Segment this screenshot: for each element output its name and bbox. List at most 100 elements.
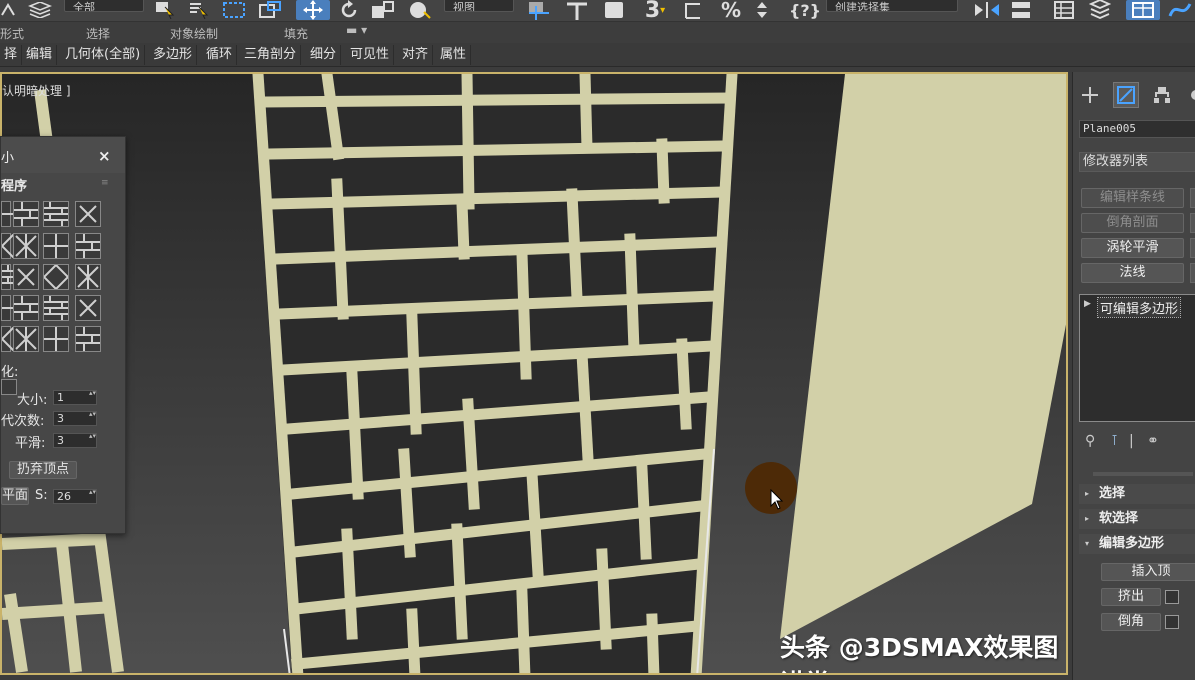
reference-coord-dropdown[interactable]: 视图 — [444, 0, 514, 12]
snaps-toggle-icon[interactable]: 3 ▾ — [640, 0, 670, 23]
scale-icon[interactable] — [368, 0, 398, 20]
tab-align[interactable]: 对齐 — [398, 45, 434, 65]
pattern-preset-icon[interactable] — [75, 264, 101, 290]
select-object-icon[interactable] — [152, 0, 178, 20]
discard-vertices-button[interactable]: 扔弃顶点 — [9, 461, 77, 479]
selection-filter-dropdown[interactable]: 全部 — [64, 0, 144, 12]
extrude-button[interactable]: 挤出 — [1101, 588, 1161, 606]
bevel-button[interactable]: 倒角 — [1101, 613, 1161, 631]
insert-vertex-button[interactable]: 插入顶 — [1101, 563, 1195, 581]
button-stub[interactable] — [1190, 213, 1195, 233]
pattern-preset-icon[interactable] — [43, 201, 69, 227]
pattern-preset-icon[interactable] — [13, 295, 39, 321]
rotate-icon[interactable] — [336, 0, 362, 20]
pattern-preset-icon[interactable] — [0, 232, 28, 260]
make-unique-icon[interactable]: ⚭ — [1147, 433, 1159, 449]
pattern-preset-icon[interactable] — [43, 295, 69, 321]
pattern-preset-icon[interactable] — [13, 326, 39, 352]
pattern-preset-icon[interactable] — [75, 295, 101, 321]
button-stub[interactable] — [1190, 238, 1195, 258]
bevel-profile-button[interactable]: 倒角剖面 — [1081, 213, 1184, 233]
motion-tab-icon[interactable] — [1181, 82, 1195, 108]
edit-named-sets-icon[interactable]: {?} — [789, 0, 821, 20]
move-icon[interactable] — [296, 0, 330, 20]
rollout-selection[interactable]: ▸ 选择 — [1079, 484, 1195, 504]
stack-item-editable-poly[interactable]: 可编辑多边形 — [1096, 297, 1182, 318]
select-by-name-icon[interactable] — [186, 0, 212, 20]
tab-properties[interactable]: 属性 — [436, 45, 472, 65]
tab-subdivision[interactable]: 细分 — [306, 45, 342, 65]
toggle-ribbon-icon[interactable] — [1086, 0, 1114, 20]
pattern-preset-icon[interactable] — [43, 326, 69, 352]
spinner-snap-icon[interactable] — [752, 0, 772, 20]
pattern-preset-icon[interactable] — [1, 264, 26, 290]
tab-edit[interactable]: 编辑 — [22, 45, 58, 65]
group-label-form: 形式 — [0, 27, 25, 41]
pattern-preview-icon[interactable] — [1, 379, 17, 395]
pattern-preset-icon[interactable] — [1, 295, 26, 321]
select-manipulate-icon[interactable] — [560, 0, 594, 20]
modifier-list-dropdown[interactable]: 修改器列表 — [1079, 152, 1195, 172]
hierarchy-tab-icon[interactable] — [1149, 82, 1175, 108]
dialog-titlebar[interactable]: 小 × — [1, 137, 125, 173]
grip-icon[interactable]: ≡ — [101, 178, 109, 188]
rollout-soft-selection[interactable]: ▸ 软选择 — [1079, 509, 1195, 529]
edit-spline-button[interactable]: 编辑样条线 — [1081, 188, 1184, 208]
viewport-shading-label[interactable]: 认明暗处理 ] — [2, 82, 71, 99]
tab-triangulation[interactable]: 三角剖分 — [240, 45, 302, 65]
tab-select[interactable]: 择 — [0, 45, 23, 65]
turbosmooth-button[interactable]: 涡轮平滑 — [1081, 238, 1184, 258]
modifier-stack[interactable]: ▶ 可编辑多边形 — [1079, 294, 1195, 422]
named-selection-set-dropdown[interactable]: 创建选择集 — [826, 0, 958, 12]
toolbar-dropdown-arrow[interactable]: ▬ ▾ — [346, 23, 367, 37]
window-crossing-icon[interactable] — [256, 0, 284, 20]
pattern-preset-icon[interactable] — [0, 325, 28, 353]
pattern-preset-icon[interactable] — [75, 201, 101, 227]
pattern-preset-icon[interactable] — [13, 264, 39, 290]
create-tab-icon[interactable] — [1077, 82, 1103, 108]
perspective-viewport[interactable]: 认明暗处理 ] 头条 @3DSMAX效果图讲堂 — [0, 72, 1068, 675]
layer-explorer-icon[interactable] — [1050, 0, 1078, 20]
tab-polygons[interactable]: 多边形 — [149, 45, 198, 65]
pattern-preset-icon[interactable] — [13, 201, 39, 227]
bevel-settings-icon[interactable] — [1165, 615, 1179, 629]
rollout-label: 编辑多边形 — [1099, 536, 1165, 551]
smooth-spinner[interactable]: 3 — [53, 433, 97, 448]
show-end-result-icon[interactable]: ⊺ — [1111, 433, 1118, 449]
button-stub[interactable] — [1190, 188, 1195, 208]
tab-visibility[interactable]: 可见性 — [346, 45, 395, 65]
tab-geometry-all[interactable]: 几何体(全部) — [61, 45, 146, 65]
tab-loops[interactable]: 循环 — [202, 45, 238, 65]
extrude-settings-icon[interactable] — [1165, 590, 1179, 604]
close-icon[interactable]: × — [98, 147, 111, 165]
curve-editor-icon[interactable] — [1166, 0, 1194, 20]
pattern-preset-icon[interactable] — [43, 233, 69, 259]
align-icon[interactable] — [1006, 0, 1036, 20]
button-stub[interactable] — [1190, 263, 1195, 283]
s-spinner[interactable]: 26 — [53, 489, 97, 504]
modify-tab-icon[interactable] — [1113, 82, 1139, 108]
snap-icon[interactable] — [0, 0, 16, 20]
mirror-icon[interactable] — [970, 0, 1004, 20]
plane-button[interactable]: 平面 — [1, 487, 29, 505]
layers-icon[interactable] — [26, 0, 54, 20]
angle-snap-icon[interactable] — [680, 0, 710, 20]
rect-region-icon[interactable] — [220, 0, 248, 20]
expand-arrow-icon[interactable]: ▶ — [1084, 299, 1091, 309]
normal-button[interactable]: 法线 — [1081, 263, 1184, 283]
pivot-icon[interactable] — [520, 0, 554, 20]
percent-snap-icon[interactable]: % — [716, 0, 746, 22]
pattern-preset-icon[interactable] — [75, 233, 101, 259]
pin-stack-icon[interactable]: ⚲ — [1085, 433, 1095, 449]
pattern-preset-icon[interactable] — [13, 233, 39, 259]
pattern-preset-icon[interactable] — [42, 263, 70, 291]
object-name-field[interactable]: Plane005 — [1079, 120, 1195, 138]
keyboard-shortcut-icon[interactable] — [600, 0, 628, 20]
size-spinner[interactable]: 1 — [53, 390, 97, 405]
pattern-preset-icon[interactable] — [1, 201, 26, 227]
placement-icon[interactable] — [404, 0, 434, 20]
rollout-edit-polygons[interactable]: ▾ 编辑多边形 — [1079, 534, 1195, 554]
pattern-preset-icon[interactable] — [75, 326, 101, 352]
iterations-spinner[interactable]: 3 — [53, 411, 97, 426]
scene-explorer-icon[interactable] — [1126, 0, 1160, 20]
